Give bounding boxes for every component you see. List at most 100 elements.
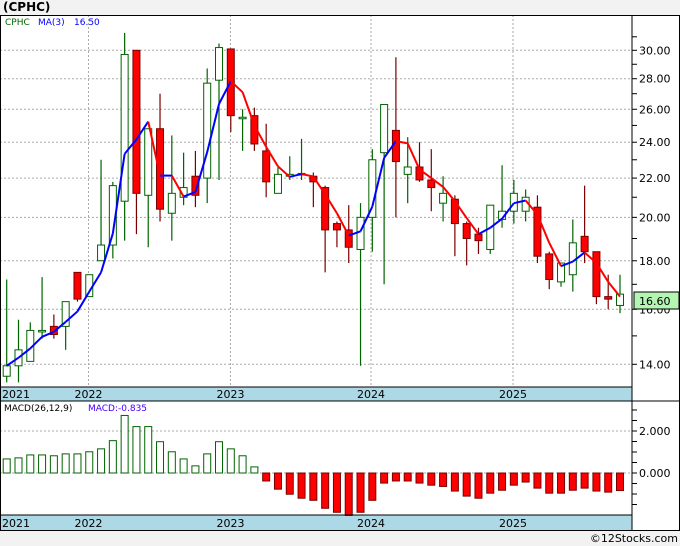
macd-bar-negative [380, 472, 389, 484]
macd-tick-label: 0.000 [639, 467, 671, 480]
candle-body-up [380, 104, 389, 154]
price-xtick-label: 2025 [499, 388, 527, 401]
macd-bar-positive [250, 466, 259, 474]
candle-body-down [132, 49, 141, 194]
candle-body-down [332, 223, 341, 231]
macd-bar-positive [132, 426, 141, 474]
macd-bar-negative [521, 472, 530, 483]
macd-bar-negative [509, 472, 518, 486]
copyright-footer: ©12Stocks.com [589, 532, 678, 545]
candle-body-down [580, 235, 589, 253]
candle-body-up [439, 192, 448, 204]
candle-body-up [167, 192, 176, 214]
macd-bar-negative [273, 472, 282, 490]
macd-bar-positive [73, 453, 82, 474]
candle-body-down [604, 296, 613, 300]
candle-body-up [144, 128, 153, 196]
price-tick-label: 30.00 [639, 44, 671, 57]
macd-bar-negative [309, 472, 318, 501]
macd-bar-negative [321, 472, 330, 509]
price-tick-label: 20.00 [639, 211, 671, 224]
legend-ma-value: 16.50 [74, 18, 100, 28]
macd-bar-negative [568, 472, 577, 491]
macd-bar-positive [49, 455, 58, 474]
macd-tick-label: 2.000 [639, 425, 671, 438]
candle-body-up [238, 116, 247, 120]
macd-bar-positive [214, 441, 223, 474]
macd-bar-negative [533, 472, 542, 489]
price-xtick-label: 2022 [75, 388, 103, 401]
macd-bar-negative [403, 472, 412, 482]
candle-body-up [2, 365, 11, 377]
macd-bar-positive [167, 451, 176, 474]
macd-bar-positive [108, 440, 117, 474]
macd-bar-positive [156, 441, 165, 474]
candle-body-up [214, 47, 223, 81]
macd-bar-negative [580, 472, 589, 489]
macd-xtick-label: 2022 [75, 517, 103, 530]
macd-xtick-label: 2023 [217, 517, 245, 530]
macd-bar-negative [486, 472, 495, 494]
macd-bar-positive [61, 453, 70, 474]
macd-bar-positive [226, 448, 235, 474]
macd-bar-negative [592, 472, 601, 492]
macd-bar-negative [427, 472, 436, 486]
macd-bar-negative [297, 472, 306, 499]
legend-ma-label: MA(3) [38, 18, 65, 28]
macd-bar-negative [262, 472, 271, 482]
macd-bar-positive [26, 454, 35, 474]
price-tick-label: 14.00 [639, 358, 671, 371]
legend-symbol: CPHC [5, 18, 30, 28]
macd-bar-negative [450, 472, 459, 492]
macd-bar-positive [97, 448, 106, 474]
price-tick-label: 28.00 [639, 73, 671, 86]
price-xtick-label: 2024 [357, 388, 385, 401]
macd-bar-negative [368, 472, 377, 501]
last-price-label: 16.60 [639, 295, 671, 308]
macd-bar-positive [85, 451, 94, 474]
macd-bar-negative [557, 472, 566, 494]
macd-bar-positive [179, 458, 188, 474]
macd-bar-positive [38, 454, 47, 474]
candle-body-down [262, 150, 271, 183]
macd-bar-positive [120, 414, 129, 474]
price-tick-label: 26.00 [639, 103, 671, 116]
price-tick-label: 22.00 [639, 172, 671, 185]
macd-bar-negative [344, 472, 353, 516]
price-tick-label: 24.00 [639, 136, 671, 149]
candle-body-down [592, 251, 601, 298]
macd-bar-negative [332, 472, 341, 513]
macd-bar-negative [462, 472, 471, 497]
candle-body-down [73, 271, 82, 300]
macd-bar-negative [498, 472, 507, 491]
macd-bar-positive [203, 453, 212, 474]
macd-bar-negative [415, 472, 424, 484]
macd-bar-positive [2, 458, 11, 474]
candle-body-down [545, 253, 554, 280]
macd-bar-positive [191, 465, 200, 474]
macd-bar-positive [14, 457, 23, 474]
price-xtick-label: 2021 [2, 388, 30, 401]
candle-body-up [97, 244, 106, 262]
macd-bar-negative [474, 472, 483, 499]
candle-body-up [38, 329, 47, 333]
candle-body-up [403, 166, 412, 175]
macd-xtick-label: 2024 [357, 517, 385, 530]
macd-legend-label: MACD(26,12,9) [4, 404, 72, 414]
candle-body-down [474, 233, 483, 242]
macd-xtick-label: 2025 [499, 517, 527, 530]
candle-body-up [273, 173, 282, 194]
candle-body-up [120, 53, 129, 202]
macd-bar-negative [604, 472, 613, 493]
macd-bar-positive [144, 426, 153, 474]
macd-bar-negative [356, 472, 365, 513]
candle-body-up [356, 216, 365, 250]
macd-legend-value: MACD:-0.835 [88, 404, 147, 414]
stock-chart: 2021 2021 2022 2022 2023 2023 2024 2024 2025 2025… [0, 15, 680, 531]
macd-bar-positive [238, 455, 247, 474]
macd-bar-negative [616, 472, 624, 492]
price-xtick-label: 2023 [217, 388, 245, 401]
macd-bar-negative [285, 472, 294, 495]
price-tick-label: 18.00 [639, 255, 671, 268]
macd-xtick-label: 2021 [2, 517, 30, 530]
